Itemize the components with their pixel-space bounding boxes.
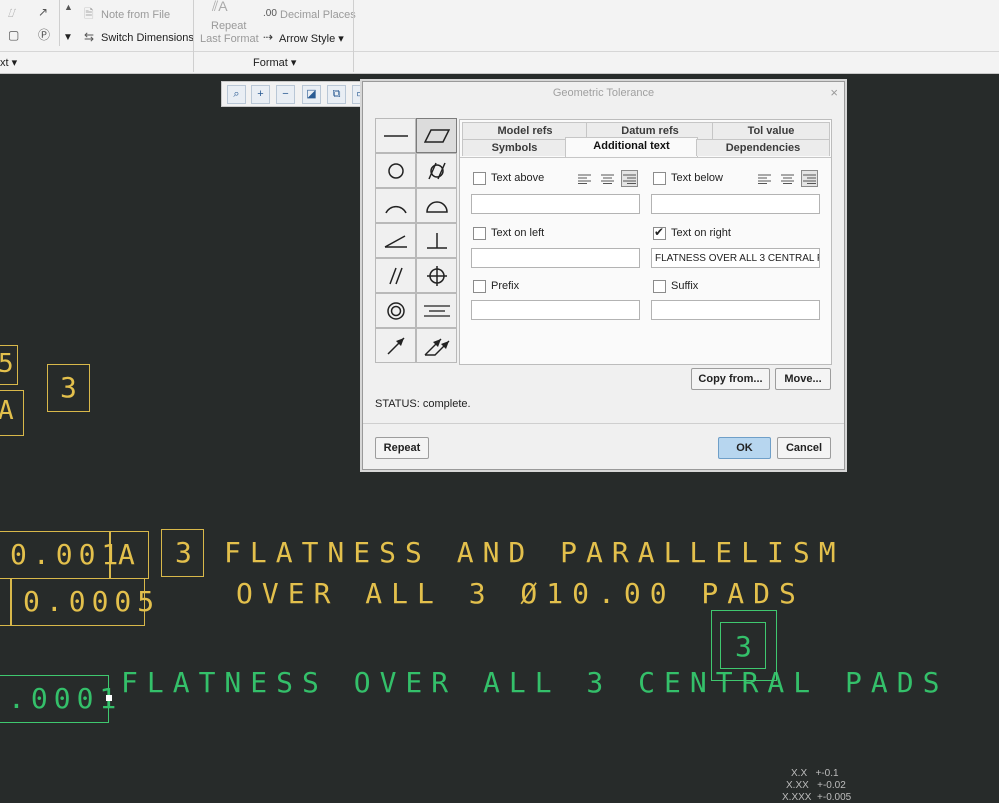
text-left-input[interactable] [471, 248, 640, 268]
suffix-checkbox[interactable] [653, 280, 666, 293]
total-runout-icon[interactable] [416, 328, 457, 363]
align-center-icon[interactable] [599, 170, 616, 187]
circularity-icon[interactable] [375, 153, 416, 188]
text-left-checkbox[interactable] [473, 227, 486, 240]
selection-handle[interactable] [106, 695, 112, 701]
tab-panel: Model refs Datum refs Tol value Symbols … [459, 119, 832, 365]
parallelism-icon[interactable] [375, 258, 416, 293]
fcf-fragment-text: A [0, 396, 20, 426]
tolerance-row: X.XXX +-0.005 [782, 792, 852, 803]
scroll-down-icon[interactable]: ▼ [63, 32, 73, 44]
profile-line-icon[interactable] [375, 188, 416, 223]
ribbon: ⌰ ↗ ▢ Ⓟ ▲ ▼ 🗎 Note from File ⇆ Switch Di… [0, 0, 999, 74]
decimal-places-icon[interactable]: .00 [263, 8, 277, 20]
geometric-tolerance-dialog: Geometric Tolerance × Model refs Datum r… [362, 81, 845, 470]
ribbon-separator [193, 0, 194, 72]
tab-additional-text[interactable]: Additional text [565, 137, 698, 158]
straightness-icon[interactable] [375, 118, 416, 153]
footer-divider [363, 423, 844, 424]
ok-button[interactable]: OK [718, 437, 771, 459]
text-below-input[interactable] [651, 194, 820, 214]
align-left-icon[interactable] [756, 170, 773, 187]
text-right-input[interactable]: FLATNESS OVER ALL 3 CENTRAL PA [651, 248, 820, 268]
datum-box-3-text: 3 [175, 536, 198, 569]
align-right-icon[interactable] [801, 170, 818, 187]
circular-runout-icon[interactable] [375, 328, 416, 363]
symmetry-icon[interactable] [416, 293, 457, 328]
note-flatness-parallelism-line1[interactable]: FLATNESS AND PARALLELISM [224, 536, 845, 569]
text-right-checkbox[interactable] [653, 225, 666, 240]
projection-icon[interactable]: Ⓟ [38, 29, 50, 41]
repeat-format-icon: ⫽A [212, 0, 228, 14]
status-text: STATUS: complete. [375, 398, 471, 410]
ribbon-separator [353, 0, 354, 72]
close-icon[interactable]: × [830, 85, 838, 100]
align-left-icon[interactable] [576, 170, 593, 187]
text-above-input[interactable] [471, 194, 640, 214]
group-label-text[interactable]: xt ▾ [0, 56, 17, 69]
note-flatness-central-pads[interactable]: FLATNESS OVER ALL 3 CENTRAL PADS [121, 666, 948, 699]
profile-surface-icon[interactable] [416, 188, 457, 223]
geometric-tolerance-icon[interactable]: ⌰ [8, 7, 16, 19]
note-from-file-button[interactable]: Note from File [101, 9, 170, 21]
fcf-datum-text: A [118, 538, 141, 571]
prefix-checkbox[interactable] [473, 280, 486, 293]
datum-box-3-text: 3 [60, 371, 83, 404]
symbol-palette [375, 118, 457, 364]
text-below-label: Text below [671, 172, 723, 184]
last-format-label[interactable]: Last Format [200, 33, 259, 45]
tab-symbols[interactable]: Symbols [462, 139, 567, 156]
align-center-icon[interactable] [779, 170, 796, 187]
angularity-icon[interactable] [375, 223, 416, 258]
dialog-title: Geometric Tolerance [552, 87, 655, 99]
text-below-checkbox[interactable] [653, 172, 666, 185]
rectangle-icon[interactable]: ▢ [8, 29, 19, 41]
datum-box-3-text: 3 [735, 630, 758, 663]
cancel-button[interactable]: Cancel [777, 437, 831, 459]
decimal-places-button[interactable]: Decimal Places [280, 9, 356, 21]
copy-from-button[interactable]: Copy from... [691, 368, 770, 390]
prefix-input[interactable] [471, 300, 640, 320]
fcf-tolerance-value: 0.001 [10, 538, 125, 571]
flatness-icon[interactable] [416, 118, 457, 153]
tab-dependencies[interactable]: Dependencies [696, 139, 830, 156]
align-right-icon[interactable] [621, 170, 638, 187]
repeat-button[interactable]: Repeat [375, 437, 429, 459]
perpendicularity-icon[interactable] [416, 223, 457, 258]
cylindricity-icon[interactable] [416, 153, 457, 188]
tolerance-row: X.XX +-0.02 [786, 780, 846, 791]
concentricity-icon[interactable] [375, 293, 416, 328]
tab-tol-value[interactable]: Tol value [712, 122, 830, 139]
position-icon[interactable] [416, 258, 457, 293]
ribbon-divider [0, 51, 999, 52]
gallery-scroll[interactable]: ▲ ▼ [59, 0, 77, 46]
arrow-icon[interactable]: ↗ [38, 6, 48, 18]
group-label-format[interactable]: Format ▾ [253, 56, 296, 69]
repeat-label[interactable]: Repeat [211, 20, 246, 32]
tab-divider [460, 157, 831, 158]
switch-dimensions-button[interactable]: Switch Dimensions [101, 32, 194, 44]
text-above-label: Text above [491, 172, 545, 184]
prefix-label: Prefix [491, 280, 520, 292]
note-from-file-icon[interactable]: 🗎 [84, 8, 94, 20]
fcf-parallelism-value: 0.0005 [23, 585, 161, 618]
text-above-checkbox[interactable] [473, 172, 486, 185]
arrow-style-icon[interactable]: ⇢ [263, 31, 273, 43]
text-right-label: Text on right [671, 227, 731, 239]
suffix-input[interactable] [651, 300, 820, 320]
arrow-style-button[interactable]: Arrow Style ▾ [279, 32, 344, 45]
tolerance-row: X.X +-0.1 [791, 768, 839, 779]
fcf-fragment-text: 5 [0, 349, 20, 379]
text-left-label: Text on left [491, 227, 545, 239]
switch-dimensions-icon[interactable]: ⇆ [84, 31, 94, 43]
scroll-up-icon[interactable]: ▲ [64, 1, 73, 13]
fcf-symbol-cell[interactable] [0, 578, 12, 626]
suffix-label: Suffix [671, 280, 699, 292]
move-button[interactable]: Move... [775, 368, 831, 390]
note-flatness-parallelism-line2[interactable]: OVER ALL 3 Ø10.00 PADS [236, 577, 805, 610]
